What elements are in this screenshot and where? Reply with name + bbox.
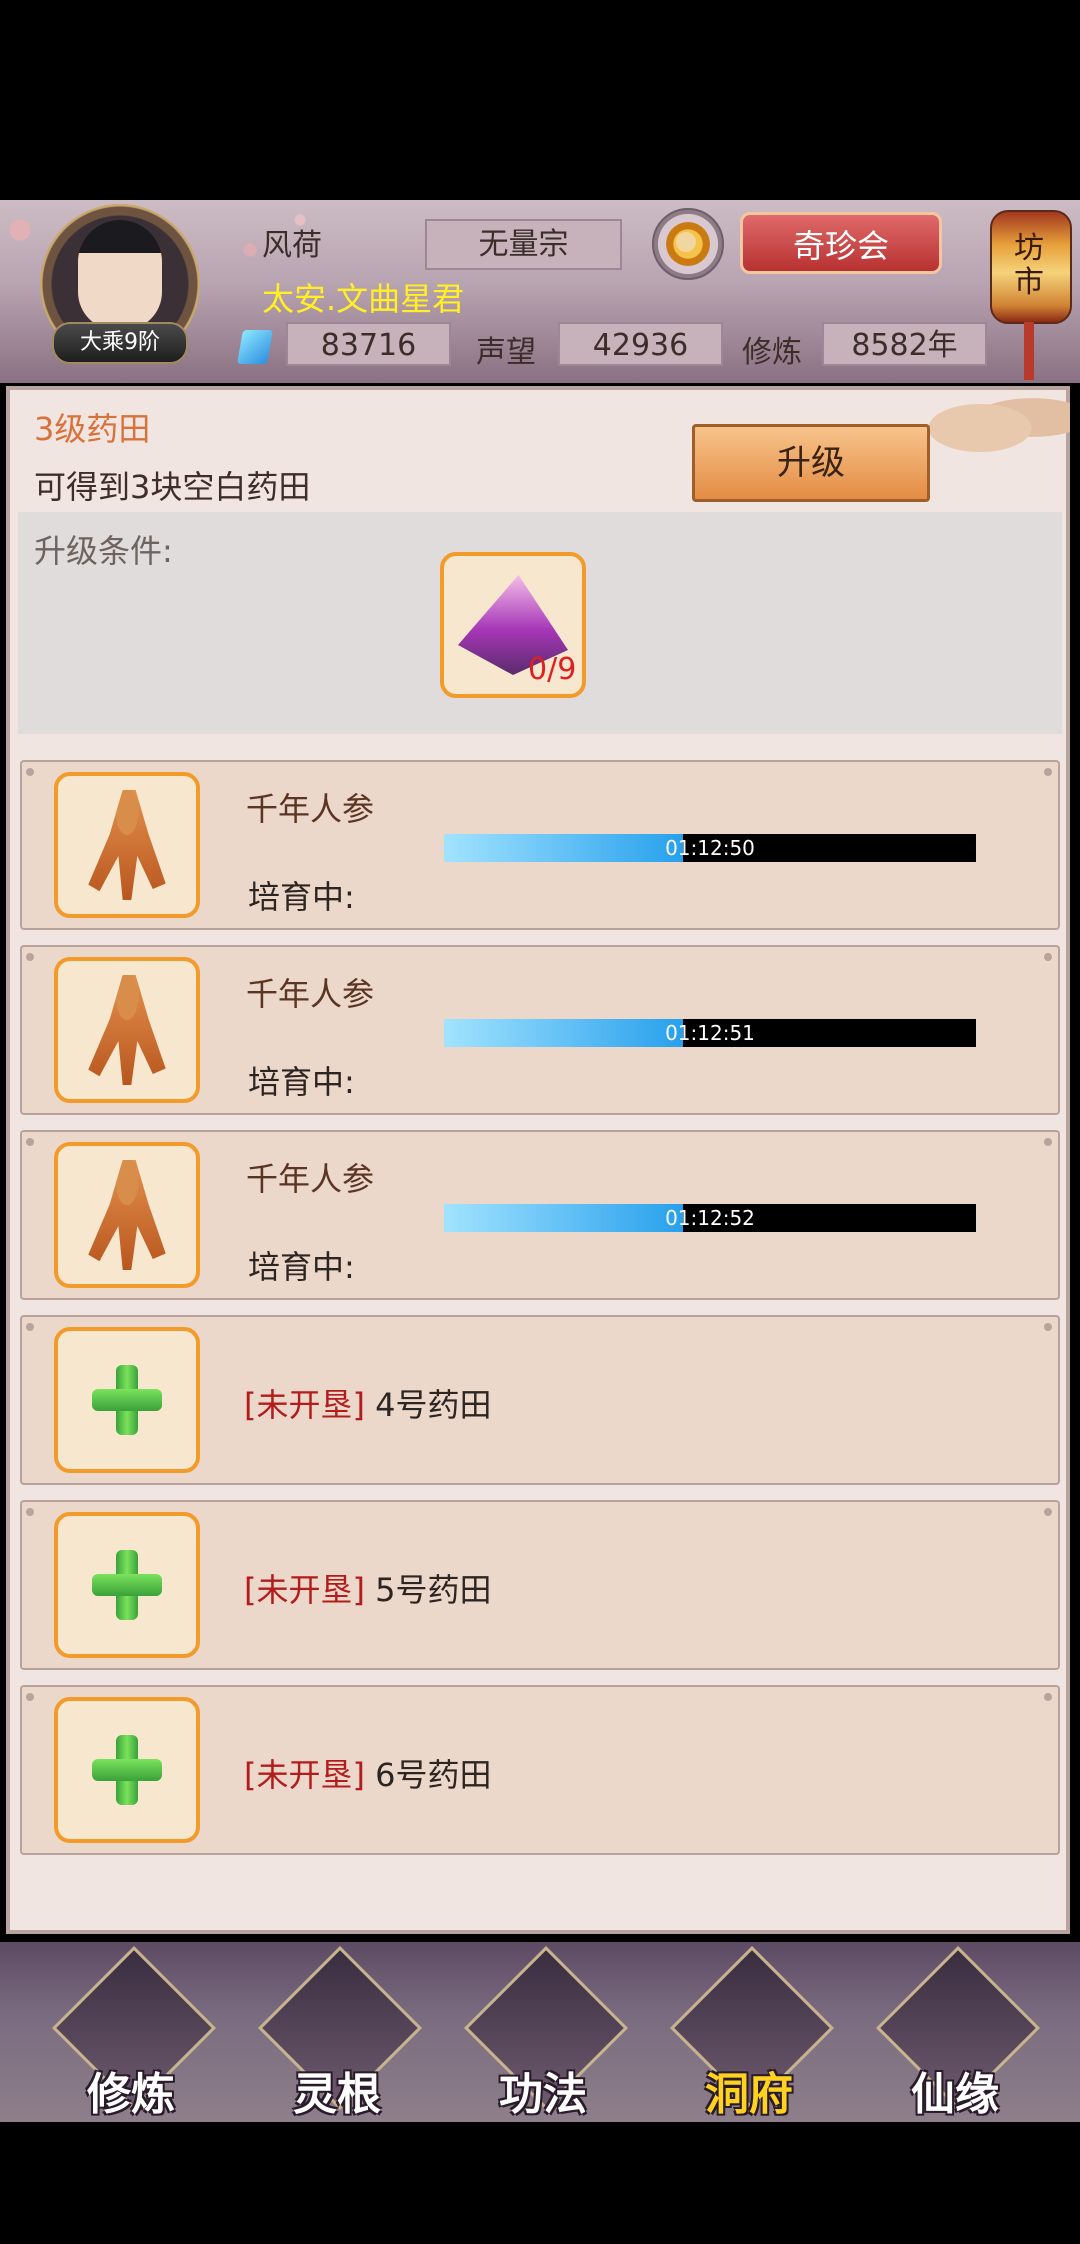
player-name: 风荷 — [262, 228, 322, 263]
nav-cultivate[interactable]: 修炼 — [46, 1945, 217, 2120]
spirit-stone-icon — [237, 330, 273, 364]
character-portrait — [78, 220, 162, 330]
field-level-title: 3级药田 — [34, 410, 151, 448]
locked-plot-label: [未开垦] 4号药田 — [244, 1380, 492, 1426]
nav-label: 修炼 — [87, 2069, 175, 2120]
growing-status: 培育中: — [248, 1063, 355, 1101]
herb-name: 千年人参 — [246, 790, 375, 828]
corner-dot — [1044, 768, 1052, 776]
locked-tag: [未开垦] — [244, 1571, 365, 1609]
corner-dot — [1044, 953, 1052, 961]
upgrade-conditions-label: 升级条件: — [34, 532, 173, 570]
corner-dot — [26, 1693, 34, 1701]
nav-label: 仙缘 — [911, 2069, 999, 2120]
growth-timer: 01:12:52 — [665, 1206, 755, 1230]
corner-dot — [1044, 1693, 1052, 1701]
growth-progress-bar: 01:12:50 — [444, 834, 976, 862]
cloud-decoration — [920, 386, 1070, 456]
herb-name: 千年人参 — [246, 1160, 375, 1198]
corner-dot — [26, 1508, 34, 1516]
plot-name: 4号药田 — [375, 1386, 492, 1424]
corner-dot — [1044, 1508, 1052, 1516]
corner-dot — [1044, 1138, 1052, 1146]
player-title: 太安.文曲星君 — [262, 280, 465, 318]
cultivation-label: 修炼 — [742, 335, 802, 370]
reputation-label: 声望 — [476, 335, 536, 370]
spirit-stone-count: 83716 — [286, 322, 451, 366]
corner-dot — [26, 1138, 34, 1146]
nav-fortune[interactable]: 仙缘 — [870, 1945, 1041, 2120]
growing-status: 培育中: — [248, 1248, 355, 1286]
required-item-count: 0/9 — [528, 652, 577, 687]
growth-progress-bar: 01:12:51 — [444, 1019, 976, 1047]
cultivation-value: 8582年 — [822, 322, 987, 366]
growth-progress-bar: 01:12:52 — [444, 1204, 976, 1232]
nav-cave-dwelling[interactable]: 洞府 — [664, 1945, 835, 2120]
locked-tag: [未开垦] — [244, 1386, 365, 1424]
corner-dot — [26, 1323, 34, 1331]
market-lantern-label: 坊市 — [1014, 231, 1044, 300]
growth-timer: 01:12:51 — [665, 1021, 755, 1045]
plus-icon — [92, 1574, 162, 1596]
reputation-value: 42936 — [558, 322, 723, 366]
locked-plot-label: [未开垦] 6号药田 — [244, 1750, 492, 1796]
treasure-auction-button[interactable]: 奇珍会 — [740, 212, 942, 274]
nav-label: 灵根 — [293, 2069, 381, 2120]
nav-spirit-root[interactable]: 灵根 — [252, 1945, 423, 2120]
nav-label: 功法 — [499, 2069, 587, 2120]
corner-dot — [1044, 1323, 1052, 1331]
nav-label: 洞府 — [705, 2069, 793, 2120]
corner-dot — [26, 768, 34, 776]
lantern-tassel — [1024, 322, 1034, 380]
growth-timer: 01:12:50 — [665, 836, 755, 860]
sect-name: 无量宗 — [425, 219, 622, 270]
locked-plot-label: [未开垦] 5号药田 — [244, 1565, 492, 1611]
upgrade-button[interactable]: 升级 — [692, 424, 930, 502]
plot-name: 6号药田 — [375, 1756, 492, 1794]
plot-name: 5号药田 — [375, 1571, 492, 1609]
plus-icon — [92, 1389, 162, 1411]
corner-dot — [26, 953, 34, 961]
gear-icon-center — [676, 232, 696, 252]
locked-tag: [未开垦] — [244, 1756, 365, 1794]
field-description: 可得到3块空白药田 — [34, 468, 311, 506]
nav-techniques[interactable]: 功法 — [458, 1945, 629, 2120]
herb-name: 千年人参 — [246, 975, 375, 1013]
rank-badge: 大乘9阶 — [52, 322, 188, 364]
growing-status: 培育中: — [248, 878, 355, 916]
plus-icon — [92, 1759, 162, 1781]
